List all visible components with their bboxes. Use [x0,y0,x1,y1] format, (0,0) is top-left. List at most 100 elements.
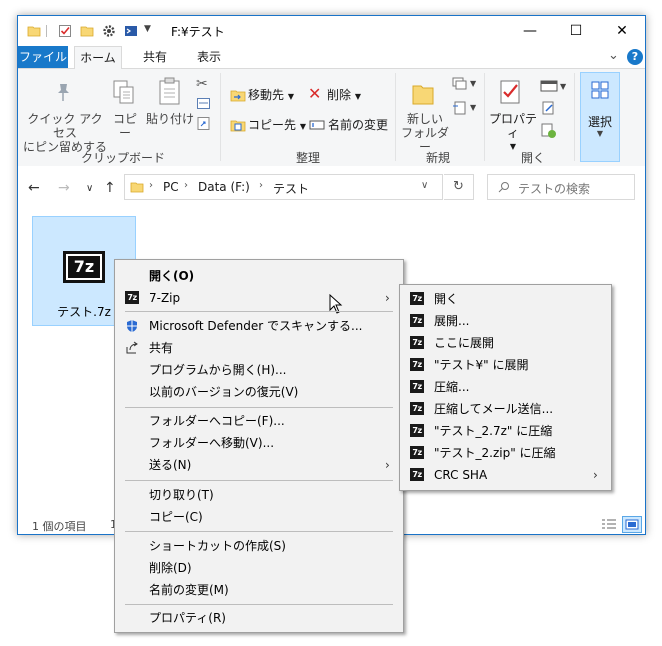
menu-item-move-to-folder[interactable]: フォルダーへ移動(V)... [115,432,403,454]
copy-button[interactable]: コピー [108,112,142,140]
breadcrumb-separator-icon[interactable]: › [149,180,153,191]
tab-file[interactable]: ファイル [18,46,68,68]
paste-icon[interactable] [157,77,183,107]
open-with-icon[interactable] [540,79,558,93]
open-with-dropdown-icon[interactable]: ▼ [560,82,566,91]
move-to-dropdown-icon: ▼ [287,92,294,101]
menu-item-share[interactable]: 共有 [115,337,403,359]
search-placeholder: テストの検索 [518,182,591,196]
7zip-submenu: 7z 開く 7z 展開... 7z ここに展開 7z "テスト¥" に展開 7z 圧縮..… [399,284,612,491]
ribbon-divider [484,73,485,161]
zip-item-extract[interactable]: 7z 展開... [400,310,611,332]
properties-button[interactable]: プロパティ ▼ [488,112,538,154]
menu-item-open-with[interactable]: プログラムから開く(H)... [115,359,403,381]
ribbon-divider [574,73,575,161]
cut-scissors-icon[interactable]: ✂ [196,76,208,92]
pin-icon[interactable] [52,81,74,103]
copy-path-icon[interactable] [197,98,210,109]
breadcrumb-separator-icon[interactable]: › [184,180,188,191]
zip-item-crc-sha[interactable]: 7z CRC SHA › [400,464,611,486]
menu-item-copy[interactable]: コピー(C) [115,506,403,528]
menu-item-open[interactable]: 開く(O) [115,265,403,287]
powershell-icon[interactable] [124,24,138,38]
properties-check-icon[interactable] [58,24,72,38]
paste-button[interactable]: 貼り付け [146,112,194,126]
address-bar[interactable]: › PC › Data (F:) › テスト ∨ [124,174,443,200]
tab-share[interactable]: 共有 [132,46,178,68]
new-item-icon[interactable] [452,77,468,91]
maximize-button[interactable]: ☐ [553,16,599,46]
menu-item-defender-scan[interactable]: Microsoft Defender でスキャンする... [115,315,403,337]
menu-item-label: "テスト_2.zip" に圧縮 [434,446,556,460]
move-to-icon[interactable] [230,87,246,103]
menu-item-rename[interactable]: 名前の変更(M) [115,579,403,601]
back-arrow-icon[interactable]: ← [28,180,40,196]
recent-locations-chevron-icon[interactable]: ∨ [86,183,93,194]
large-icons-view-button[interactable] [622,516,642,533]
delete-x-icon[interactable]: ✕ [308,84,321,103]
copy-icon[interactable] [112,79,136,107]
breadcrumb-pc[interactable]: PC [163,180,179,194]
gear-icon[interactable] [102,24,116,38]
7zip-icon-text: 7z [410,468,424,481]
menu-item-properties[interactable]: プロパティ(R) [115,607,403,629]
breadcrumb-separator-icon[interactable]: › [259,180,263,191]
rename-button[interactable]: 名前の変更 [328,118,388,132]
tab-home[interactable]: ホーム [74,46,122,69]
copy-to-icon[interactable] [230,117,246,133]
history-icon[interactable] [541,123,557,139]
new-group-label: 新規 [425,151,450,165]
menu-item-restore-previous[interactable]: 以前のバージョンの復元(V) [115,381,403,403]
zip-item-extract-here[interactable]: 7z ここに展開 [400,332,611,354]
new-folder-button[interactable]: 新しい フォルダー [400,112,450,154]
rename-icon[interactable] [309,117,325,133]
new-item-dropdown-icon[interactable]: ▼ [470,79,476,88]
7zip-icon: 7z [125,291,139,305]
minimize-button[interactable]: — [507,16,553,46]
menu-item-label: コピー(C) [149,510,203,524]
new-folder-icon[interactable] [80,24,94,38]
zip-item-compress-email[interactable]: 7z 圧縮してメール送信... [400,398,611,420]
move-to-button[interactable]: 移動先 ▼ [248,88,294,104]
menu-item-send-to[interactable]: 送る(N) › [115,454,403,476]
menu-item-cut[interactable]: 切り取り(T) [115,484,403,506]
folder-icon[interactable] [27,24,41,38]
close-button[interactable]: ✕ [599,16,645,46]
zip-item-extract-to-folder[interactable]: 7z "テスト¥" に展開 [400,354,611,376]
zip-item-compress[interactable]: 7z 圧縮... [400,376,611,398]
zip-item-open[interactable]: 7z 開く [400,288,611,310]
new-folder-large-icon[interactable] [411,79,435,107]
breadcrumb-drive[interactable]: Data (F:) [198,180,250,194]
details-view-icon[interactable] [601,518,617,532]
copy-to-button[interactable]: コピー先 ▼ [248,118,306,134]
minimize-icon: — [523,23,537,39]
edit-icon[interactable] [542,101,556,115]
properties-icon[interactable] [499,79,523,107]
paste-shortcut-icon[interactable] [197,117,210,130]
collapse-ribbon-icon[interactable]: ⌄ [608,48,619,63]
menu-item-create-shortcut[interactable]: ショートカットの作成(S) [115,535,403,557]
qat-dropdown-icon[interactable]: ▼ [144,24,151,34]
7zip-icon: 7z [410,358,424,372]
breadcrumb-folder[interactable]: テスト [273,180,309,197]
select-button[interactable]: 選択 ▼ [580,72,620,162]
zip-item-compress-zip[interactable]: 7z "テスト_2.zip" に圧縮 [400,442,611,464]
menu-item-copy-to-folder[interactable]: フォルダーへコピー(F)... [115,410,403,432]
address-history-chevron-icon[interactable]: ∨ [421,180,428,191]
easy-access-dropdown-icon[interactable]: ▼ [470,103,476,112]
tab-view[interactable]: 表示 [186,46,232,68]
copy-to-dropdown-icon: ▼ [299,122,306,131]
organize-group-label: 整理 [295,151,320,165]
menu-item-7zip[interactable]: 7z 7-Zip › [115,287,403,309]
easy-access-icon[interactable] [452,101,468,115]
refresh-button[interactable]: ↻ [444,174,474,200]
help-icon[interactable]: ? [627,49,643,65]
up-arrow-icon[interactable]: ↑ [104,180,116,196]
address-bar-row: ← → ∨ ↑ › PC › Data (F:) › テスト ∨ ↻ テストの検… [18,166,645,210]
pin-quick-access-button[interactable]: クイック アクセス にピン留めする [23,112,107,154]
search-box[interactable]: テストの検索 [487,174,635,200]
zip-item-compress-7z[interactable]: 7z "テスト_2.7z" に圧縮 [400,420,611,442]
delete-button[interactable]: 削除 ▼ [327,88,361,104]
menu-item-delete[interactable]: 削除(D) [115,557,403,579]
forward-arrow-icon[interactable]: → [58,180,70,196]
